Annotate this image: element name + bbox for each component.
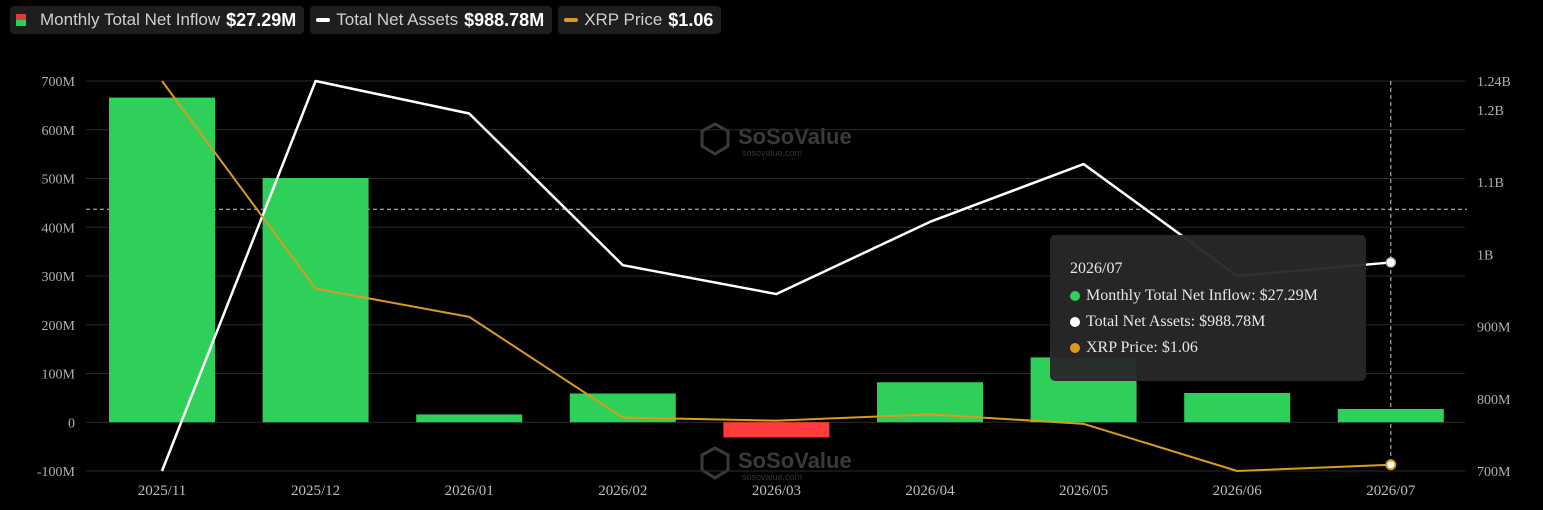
x-tick-label: 2026/06 bbox=[1213, 483, 1263, 499]
watermark-logo-icon bbox=[700, 446, 730, 480]
left-tick-label: 200M bbox=[42, 319, 76, 334]
price-point-marker bbox=[1385, 459, 1397, 471]
assets-point-marker bbox=[1385, 257, 1397, 268]
chart-tooltip: 2026/07 Monthly Total Net Inflow: $27.29… bbox=[1050, 235, 1366, 381]
x-tick-label: 2026/02 bbox=[598, 483, 647, 499]
tooltip-price-text: XRP Price: $1.06 bbox=[1086, 339, 1198, 356]
tooltip-row-assets: Total Net Assets: $988.78M bbox=[1070, 313, 1265, 331]
orange-dot-icon bbox=[1070, 343, 1080, 353]
watermark-top: SoSoValue sosovalue.com bbox=[700, 122, 852, 158]
x-tick-label: 2025/12 bbox=[291, 483, 340, 499]
tooltip-assets-text: Total Net Assets: $988.78M bbox=[1086, 313, 1266, 330]
left-tick-label: 500M bbox=[42, 173, 76, 188]
tooltip-inflow-text: Monthly Total Net Inflow: $27.29M bbox=[1086, 287, 1318, 304]
left-tick-label: 0 bbox=[68, 416, 75, 431]
watermark-brand: SoSoValue bbox=[738, 448, 852, 473]
watermark-bottom: SoSoValue sosovalue.com bbox=[700, 446, 852, 482]
right-tick-label: 700M bbox=[1477, 465, 1511, 480]
left-tick-label: 100M bbox=[42, 368, 76, 383]
right-tick-label: 1.2B bbox=[1477, 104, 1504, 119]
x-tick-label: 2026/04 bbox=[905, 483, 955, 499]
inflow-bar[interactable] bbox=[1337, 408, 1444, 423]
left-tick-label: -100M bbox=[37, 465, 76, 480]
x-tick-label: 2026/05 bbox=[1059, 483, 1108, 499]
right-tick-label: 800M bbox=[1477, 393, 1511, 408]
x-tick-label: 2026/03 bbox=[752, 483, 801, 499]
left-tick-label: 300M bbox=[42, 270, 76, 285]
left-tick-label: 700M bbox=[42, 75, 76, 90]
watermark-logo-icon bbox=[700, 122, 730, 156]
inflow-bar[interactable] bbox=[1184, 393, 1291, 423]
left-tick-label: 400M bbox=[42, 221, 76, 236]
right-tick-label: 1.24B bbox=[1477, 75, 1511, 90]
tooltip-row-price: XRP Price: $1.06 bbox=[1070, 339, 1198, 357]
right-tick-label: 1.1B bbox=[1477, 176, 1504, 191]
watermark-domain: sosovalue.com bbox=[742, 472, 802, 482]
left-tick-label: 600M bbox=[42, 124, 76, 139]
inflow-bar[interactable] bbox=[262, 178, 369, 423]
inflow-bar[interactable] bbox=[416, 414, 523, 423]
white-dot-icon bbox=[1070, 317, 1080, 327]
x-tick-label: 2025/11 bbox=[138, 483, 187, 499]
tooltip-title: 2026/07 bbox=[1070, 260, 1123, 277]
green-dot-icon bbox=[1070, 291, 1080, 301]
right-tick-label: 900M bbox=[1477, 321, 1511, 336]
right-tick-label: 1B bbox=[1477, 248, 1493, 263]
x-tick-label: 2026/07 bbox=[1366, 483, 1416, 499]
x-tick-label: 2026/01 bbox=[445, 483, 494, 499]
tooltip-row-inflow: Monthly Total Net Inflow: $27.29M bbox=[1070, 287, 1318, 305]
inflow-bar[interactable] bbox=[723, 422, 830, 438]
watermark-brand: SoSoValue bbox=[738, 124, 852, 149]
watermark-domain: sosovalue.com bbox=[742, 148, 802, 158]
